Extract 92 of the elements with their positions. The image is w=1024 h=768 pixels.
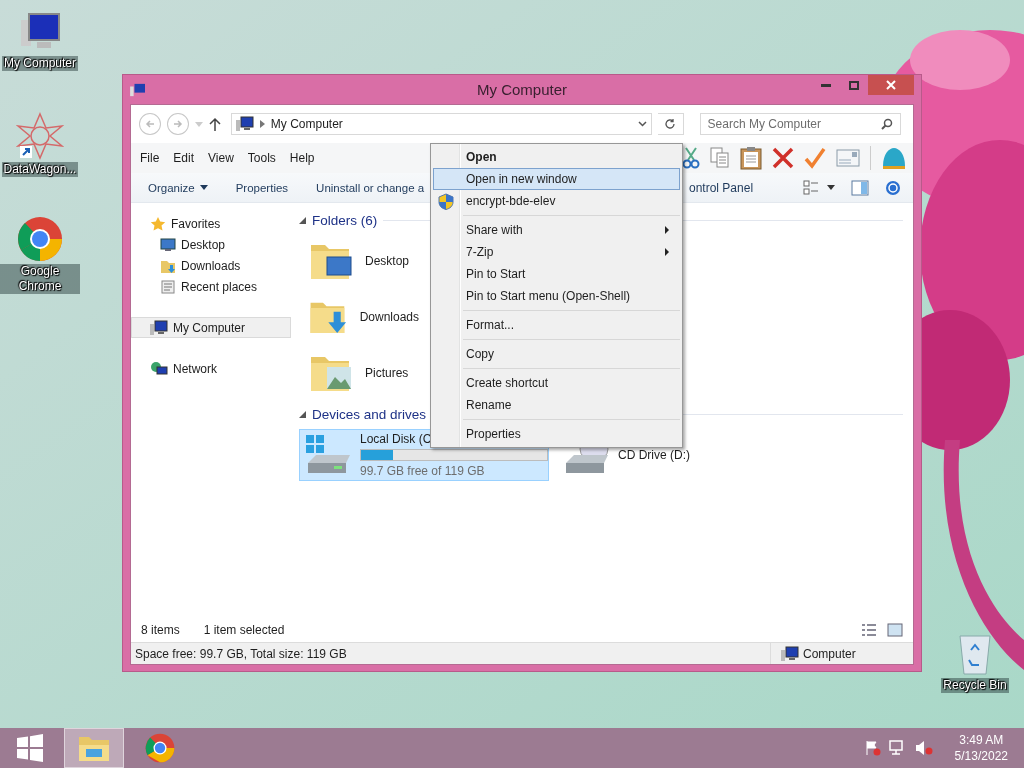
monitor-icon	[160, 237, 176, 252]
up-arrow-icon[interactable]	[208, 117, 221, 131]
menu-item[interactable]: Edit	[172, 151, 202, 165]
muted-speaker-icon[interactable]	[914, 740, 933, 756]
delete-x-icon[interactable]	[772, 147, 794, 169]
address-text: My Computer	[270, 117, 344, 131]
recent-places-icon	[160, 278, 176, 295]
context-menu-item[interactable]: Create shortcut	[433, 372, 680, 394]
nav-item[interactable]: Downloads	[131, 255, 291, 276]
menu-item[interactable]: Help	[288, 151, 322, 165]
details-view-icon[interactable]	[861, 623, 877, 637]
command-button[interactable]: ontrol Panel	[689, 180, 754, 195]
nav-item[interactable]: Favorites	[131, 213, 291, 234]
folder-item[interactable]: Desktop	[299, 233, 419, 289]
context-menu-item[interactable]: Pin to Start	[433, 263, 680, 285]
maximize-icon	[849, 80, 859, 90]
address-field[interactable]: My Computer	[230, 113, 652, 135]
command-button[interactable]: Properties	[227, 181, 297, 194]
caret-icon[interactable]	[827, 185, 835, 190]
item-count: 8 items	[141, 623, 180, 637]
scissors-icon[interactable]	[682, 147, 700, 169]
window-title: My Computer	[477, 81, 567, 98]
submenu-arrow-icon	[665, 226, 669, 234]
card-icon[interactable]	[836, 149, 860, 167]
back-arrow-icon	[144, 119, 155, 129]
windows-logo-icon	[16, 734, 44, 762]
shell-icon[interactable]	[881, 146, 907, 170]
minimize-icon	[821, 83, 831, 87]
close-button[interactable]	[868, 75, 914, 95]
taskbar-app-button[interactable]	[64, 728, 124, 768]
nav-item[interactable]: Network	[131, 358, 291, 379]
shield-icon	[438, 193, 454, 210]
section-heading[interactable]: Devices and drives	[312, 406, 427, 422]
nav-item[interactable]: Desktop	[131, 234, 291, 255]
view-details-icon[interactable]	[803, 179, 819, 196]
context-menu-item[interactable]: Open in new window	[433, 168, 680, 190]
chrome-icon	[17, 216, 63, 262]
network-icon	[150, 360, 168, 377]
chevron-icon	[259, 120, 265, 128]
computer-icon	[130, 82, 146, 97]
checkmark-icon[interactable]	[804, 147, 826, 169]
context-menu-item[interactable]: Format...	[433, 314, 680, 336]
flag-icon[interactable]	[864, 740, 881, 756]
computer-icon	[150, 319, 168, 336]
close-icon	[886, 80, 896, 90]
context-menu-item[interactable]: encrypt-bde-elev	[433, 190, 680, 212]
tiles-view-icon[interactable]	[887, 623, 903, 637]
star-shortcut-icon	[16, 112, 64, 160]
folder-item[interactable]: Pictures	[299, 345, 419, 401]
drive-free-space: 99.7 GB free of 119 GB	[360, 464, 485, 478]
status-space: Space free: 99.7 GB, Total size: 119 GB	[131, 643, 771, 664]
clock[interactable]: 3:49 AM 5/13/2022	[954, 732, 1008, 764]
star-icon	[150, 215, 166, 232]
menu-item[interactable]: View	[207, 151, 241, 165]
clock-time: 3:49 AM	[959, 732, 1004, 748]
refresh-button[interactable]	[657, 113, 684, 135]
preview-pane-icon[interactable]	[851, 179, 869, 196]
command-button[interactable]: Uninstall or change a	[308, 181, 433, 194]
search-icon[interactable]	[881, 118, 893, 130]
context-menu-item[interactable]: Share with	[433, 219, 680, 241]
submenu-arrow-icon	[665, 248, 669, 256]
context-menu-item[interactable]: 7-Zip	[433, 241, 680, 263]
caret-icon	[194, 121, 203, 127]
clipboard-icon[interactable]	[740, 146, 762, 170]
collapse-triangle-icon[interactable]	[299, 410, 306, 418]
nav-item[interactable]: Recent places	[131, 276, 291, 297]
search-field[interactable]: Search My Computer	[699, 113, 901, 135]
selection-count: 1 item selected	[203, 623, 285, 637]
menu-item[interactable]: Tools	[246, 151, 283, 165]
command-button[interactable]: Organize	[140, 181, 216, 194]
clock-date: 5/13/2022	[954, 748, 1008, 764]
desktop-icon-label[interactable]: Recycle Bin	[941, 678, 1009, 693]
section-heading[interactable]: Folders (6)	[312, 212, 378, 228]
computer-icon	[781, 645, 799, 662]
refresh-icon	[664, 118, 677, 130]
forward-arrow-icon	[172, 119, 183, 129]
folder-item[interactable]: Downloads	[299, 289, 419, 345]
chrome-icon	[145, 733, 175, 763]
status-location: Computer	[803, 646, 856, 661]
collapse-triangle-icon[interactable]	[299, 216, 306, 224]
drive-label: CD Drive (D:)	[618, 448, 690, 462]
context-menu-item[interactable]: Pin to Start menu (Open-Shell)	[433, 285, 680, 307]
context-menu-item[interactable]: Open	[433, 146, 680, 168]
context-menu-item[interactable]: Copy	[433, 343, 680, 365]
copy-icon[interactable]	[710, 147, 730, 169]
nav-item[interactable]: My Computer	[131, 317, 291, 338]
help-icon[interactable]	[885, 179, 901, 196]
context-menu-item[interactable]: Rename	[433, 394, 680, 416]
computer-icon	[235, 116, 254, 132]
drive-label: Local Disk (C	[360, 432, 432, 446]
menu-item[interactable]: File	[139, 151, 167, 165]
chevron-down-icon[interactable]	[637, 121, 647, 127]
